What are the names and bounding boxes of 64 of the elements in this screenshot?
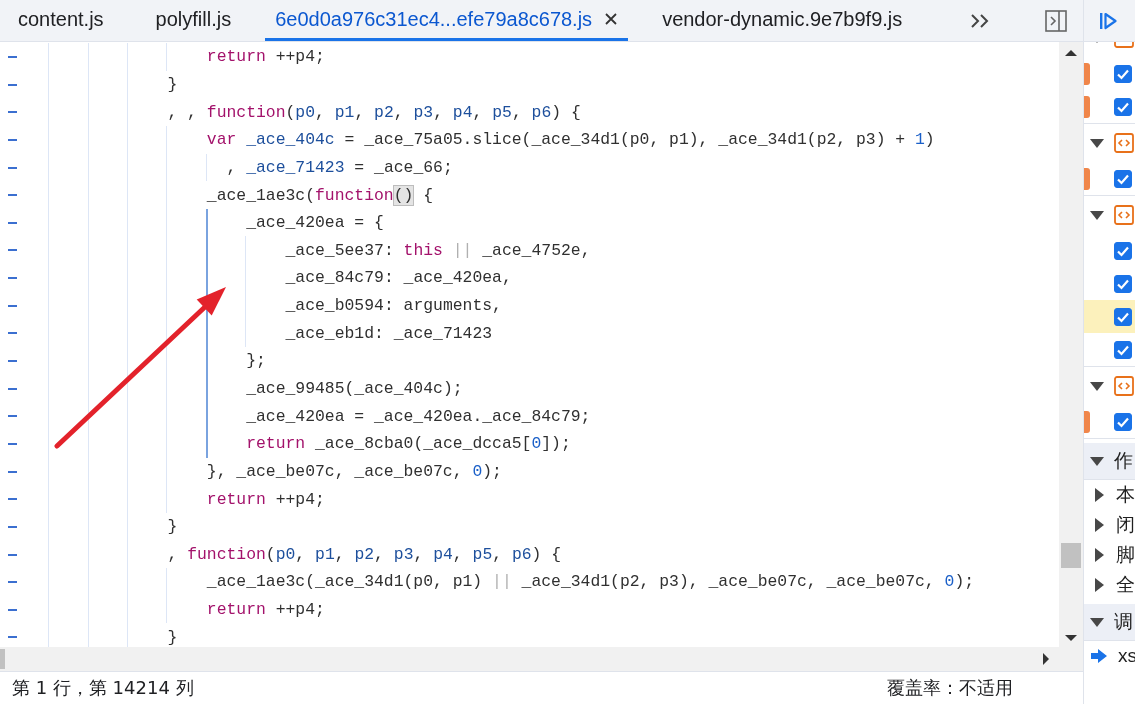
checkbox[interactable] xyxy=(1114,169,1132,188)
code-line: } xyxy=(167,627,178,647)
code-line: return ++p4; xyxy=(206,47,325,67)
file-tab[interactable]: 6e0d0a976c31ec4...efe79a8c678.js xyxy=(265,0,629,41)
tree-item[interactable]: 脚 xyxy=(1084,540,1135,570)
code-line: return ++p4; xyxy=(206,600,325,620)
checkbox[interactable] xyxy=(1114,274,1132,293)
code-line: } xyxy=(167,74,178,94)
scroll-up-icon[interactable] xyxy=(1065,50,1077,56)
cursor-position: 第 1 行，第 14214 列 xyxy=(12,676,194,700)
tree-item[interactable]: 全 xyxy=(1084,570,1135,600)
code-line: return _ace_8cba0(_ace_dcca5[0]); xyxy=(246,434,571,454)
scroll-down-icon[interactable] xyxy=(1065,635,1077,641)
code-line: _ace_b0594: arguments, xyxy=(285,296,502,316)
checkbox[interactable] xyxy=(1114,97,1132,116)
file-tab[interactable]: content.js xyxy=(0,0,122,41)
horizontal-scrollbar[interactable] xyxy=(0,647,1083,672)
tree-item[interactable]: 本 xyxy=(1084,480,1135,510)
section-header[interactable]: 调 xyxy=(1084,604,1135,641)
close-icon[interactable] xyxy=(604,12,619,26)
file-tab[interactable]: polyfill.js xyxy=(137,0,250,41)
code-line: }, _ace_be07c, _ace_be07c, 0); xyxy=(206,461,502,481)
resume-icon[interactable] xyxy=(1098,10,1118,31)
expand-triangle-icon[interactable] xyxy=(1090,138,1104,148)
scroll-right-icon[interactable] xyxy=(1043,653,1049,665)
collapse-triangle-icon[interactable] xyxy=(1095,578,1104,592)
code-line: _ace_420ea = { xyxy=(246,213,384,233)
code-line: _ace_84c79: _ace_420ea, xyxy=(285,268,512,288)
coverage-status: 覆盖率：不适用 xyxy=(887,676,1013,700)
checkbox[interactable] xyxy=(1114,241,1132,260)
code-line: _ace_99485(_ace_404c); xyxy=(246,379,463,398)
expand-triangle-icon[interactable] xyxy=(1090,617,1104,627)
code-line: var _ace_404c = _ace_75a05.slice(_ace_34d1(p0, p1), _ace_34d1(p2, p3) + 1) xyxy=(206,130,935,150)
code-file-icon xyxy=(1114,205,1134,225)
collapse-triangle-icon[interactable] xyxy=(1095,518,1104,532)
code-line: , function(p0, p1, p2, p3, p4, p5, p6) { xyxy=(167,544,562,564)
checkbox[interactable] xyxy=(1114,64,1132,83)
expand-triangle-icon[interactable] xyxy=(1090,456,1104,466)
file-tab[interactable]: vendor-dynamic.9e7b9f9.js xyxy=(644,0,921,41)
code-line: } xyxy=(167,517,178,537)
code-line: return ++p4; xyxy=(206,489,325,509)
collapse-triangle-icon[interactable] xyxy=(1095,488,1104,502)
checkbox[interactable] xyxy=(1114,340,1132,359)
checkbox[interactable] xyxy=(1114,412,1132,431)
code-line: }; xyxy=(246,351,266,371)
expand-triangle-icon[interactable] xyxy=(1090,381,1104,391)
section-header[interactable]: 作 xyxy=(1084,443,1135,480)
expand-triangle-icon[interactable] xyxy=(1090,210,1104,220)
code-line: , _ace_71423 = _ace_66; xyxy=(226,157,453,177)
code-file-icon xyxy=(1114,376,1134,396)
scroll-thumb[interactable] xyxy=(1061,543,1081,568)
checkbox[interactable] xyxy=(1114,307,1132,326)
code-line: , , function(p0, p1, p2, p3, p4, p5, p6) { xyxy=(167,102,581,122)
code-line: _ace_5ee37: this || _ace_4752e, xyxy=(285,240,591,260)
breakpoint-row[interactable] xyxy=(1084,300,1135,333)
code-line: _ace_1ae3c(_ace_34d1(p0, p1) || _ace_34d1(p2, p3), _ace_be07c, _ace_be07c, 0); xyxy=(206,572,975,592)
code-line: _ace_420ea = _ace_420ea._ace_84c79; xyxy=(246,406,591,426)
vertical-scrollbar[interactable] xyxy=(1059,42,1083,647)
collapse-triangle-icon[interactable] xyxy=(1095,548,1104,562)
code-file-icon xyxy=(1114,133,1134,153)
scroll-thumb[interactable] xyxy=(0,649,5,669)
code-line: _ace_1ae3c(function() { xyxy=(206,185,434,205)
code-line: _ace_eb1d: _ace_71423 xyxy=(285,323,493,343)
tree-item[interactable]: 闭 xyxy=(1084,510,1135,540)
